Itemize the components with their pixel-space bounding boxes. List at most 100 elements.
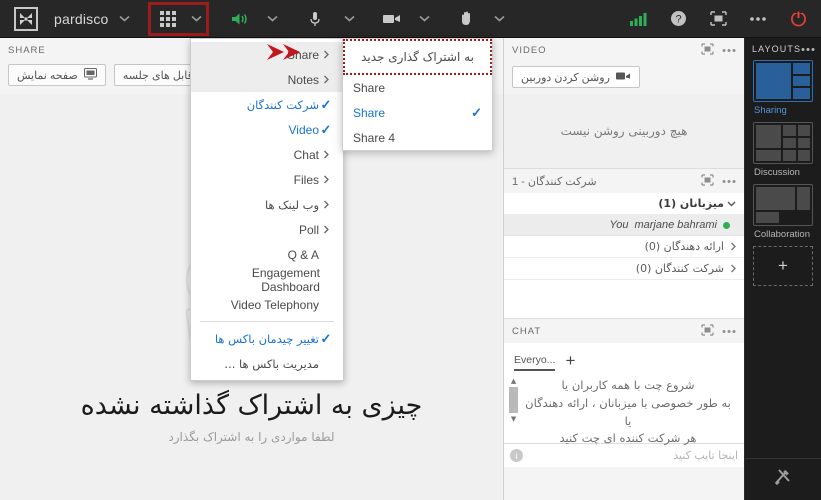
layout-label-discussion: Discussion [754,167,800,178]
layouts-header: LAYOUTS [745,38,821,60]
annotation-arrow-icon [267,44,315,65]
more-options-icon[interactable] [722,176,736,187]
info-icon[interactable]: i [510,449,523,462]
chevron-down-icon[interactable] [493,15,505,22]
menu-item-video-telephony[interactable]: Video Telephony [191,292,343,317]
participant-row[interactable]: marjane bahrami You [504,215,744,236]
more-options-icon[interactable] [722,326,736,337]
chat-tab-everyone[interactable]: Everyo... [514,354,556,371]
menu-item-qa[interactable]: Q & A [191,242,343,267]
fullscreen-icon[interactable] [701,323,714,339]
chevron-down-icon[interactable] [724,201,736,207]
fullscreen-icon[interactable] [701,42,714,58]
pods-grid-icon[interactable] [155,6,181,32]
raise-hand-icon[interactable] [454,6,480,32]
share-screen-label: صفحه نمایش [17,69,78,82]
menu-item-manage-pods[interactable]: مدیریت باکس ها ... [191,351,343,376]
menu-item-notes[interactable]: Notes [191,67,343,92]
more-options-icon[interactable] [801,43,815,55]
more-options-icon[interactable] [745,6,771,32]
microphone-button[interactable] [300,0,357,38]
connection-strength-icon[interactable] [625,6,651,32]
chevron-right-icon[interactable] [724,264,736,273]
chat-pod-controls [701,323,736,339]
scrollbar-thumb[interactable] [509,387,518,413]
participants-pod-controls [701,173,736,189]
chevron-right-icon[interactable] [724,242,736,251]
video-pod-actions: روشن کردن دوربین [504,62,744,94]
layout-item-discussion[interactable]: Discussion [745,122,821,178]
menu-separator [200,321,334,322]
fullscreen-icon[interactable] [701,173,714,189]
video-pod-header: VIDEO [504,38,744,62]
share-submenu: به اشتراک گذاری جدید Share Share ✓ Share… [342,38,493,151]
layout-thumbnail-discussion[interactable] [753,122,813,164]
add-layout-button[interactable]: + [753,246,813,286]
menu-item-move-resize-pods[interactable]: ✓ تغییر چیدمان باکس ها [191,326,343,351]
checkmark-icon: ✓ [320,121,332,137]
share-submenu-header[interactable]: به اشتراک گذاری جدید [343,39,492,75]
chat-input-placeholder[interactable]: اینجا تایپ کنید [673,449,738,462]
participants-group-label: ارائه دهندگان (0) [644,240,724,253]
microphone-icon[interactable] [302,6,328,32]
help-question-icon[interactable]: ? [665,6,691,32]
chevron-down-icon[interactable] [418,15,430,22]
video-pod-controls [701,42,736,58]
chevron-right-icon [319,200,333,209]
start-camera-label: روشن کردن دوربین [521,71,610,84]
raise-hand-button[interactable] [452,0,507,38]
share-submenu-item-2[interactable]: Share ✓ [343,100,492,125]
share-submenu-item-3[interactable]: Share 4 [343,125,492,150]
participants-group-hosts[interactable]: میزبانان (1) [504,193,744,215]
layout-thumbnail-collaboration[interactable] [753,184,813,226]
participant-name: marjane bahrami [634,219,717,231]
end-session-icon[interactable] [785,6,811,32]
chat-pod-title: CHAT [512,325,542,337]
share-submenu-label: Share [353,80,386,95]
camera-button[interactable] [377,0,432,38]
more-options-icon[interactable] [722,45,736,56]
pods-menu-button[interactable] [147,1,209,36]
speaker-button[interactable] [225,0,280,38]
layouts-sidebar: LAYOUTS Sharing Discussion Collaboration… [745,38,821,500]
chevron-down-icon[interactable] [343,15,355,22]
menu-item-video[interactable]: ✓ Video [191,117,343,142]
chat-scrollbar[interactable]: ▲ ▼ [508,377,519,439]
share-empty-title: چیزی به اشتراک گذاشته نشده [80,390,423,421]
participants-group-presenters[interactable]: ارائه دهندگان (0) [504,236,744,258]
menu-item-chat[interactable]: Chat [191,142,343,167]
chevron-down-icon[interactable] [118,15,130,22]
start-camera-button[interactable]: روشن کردن دوربین [512,66,640,88]
chat-hint-line-2: به طور خصوصی با میزبانان ، ارائه دهندگان… [525,395,731,428]
participants-group-attendees[interactable]: شرکت کنندگان (0) [504,258,744,280]
menu-item-label: تغییر چیدمان باکس ها [214,331,319,346]
share-submenu-item-1[interactable]: Share [343,75,492,100]
top-toolbar: pardisco ? [0,0,821,38]
scroll-down-icon[interactable]: ▼ [511,415,516,423]
menu-item-label: وب لینک ها [265,197,319,212]
menu-item-files[interactable]: Files [191,167,343,192]
menu-item-weblinks[interactable]: وب لینک ها [191,192,343,217]
layout-item-collaboration[interactable]: Collaboration [745,184,821,240]
layout-label-collaboration: Collaboration [754,229,810,240]
plus-icon[interactable]: + [565,352,575,371]
chevron-down-icon[interactable] [266,15,278,22]
chevron-right-icon [319,75,333,84]
chat-hint-line-3: هر شرکت کننده ای چت کنید [559,431,697,446]
speaker-on-icon[interactable] [227,6,253,32]
preferences-tools-icon[interactable] [773,467,793,492]
share-screen-button[interactable]: صفحه نمایش [8,64,106,86]
camera-icon[interactable] [379,6,405,32]
chevron-right-icon [319,50,333,59]
chat-pod: CHAT Everyo... + ▲ ▼ شروع چت با همه کارب… [504,319,744,467]
layout-item-sharing[interactable]: Sharing [745,60,821,116]
layout-thumbnail-sharing[interactable] [753,60,813,102]
scroll-up-icon[interactable]: ▲ [511,377,516,385]
fullscreen-icon[interactable] [705,6,731,32]
menu-item-engagement-dashboard[interactable]: Engagement Dashboard [191,266,343,294]
menu-item-participants[interactable]: ✓ شرکت کنندگان [191,92,343,117]
chevron-down-icon[interactable] [190,15,202,22]
preferences-bar [745,458,821,500]
chat-hint-line-1: شروع چت با همه کاربران یا [561,378,695,392]
menu-item-poll[interactable]: Poll [191,217,343,242]
